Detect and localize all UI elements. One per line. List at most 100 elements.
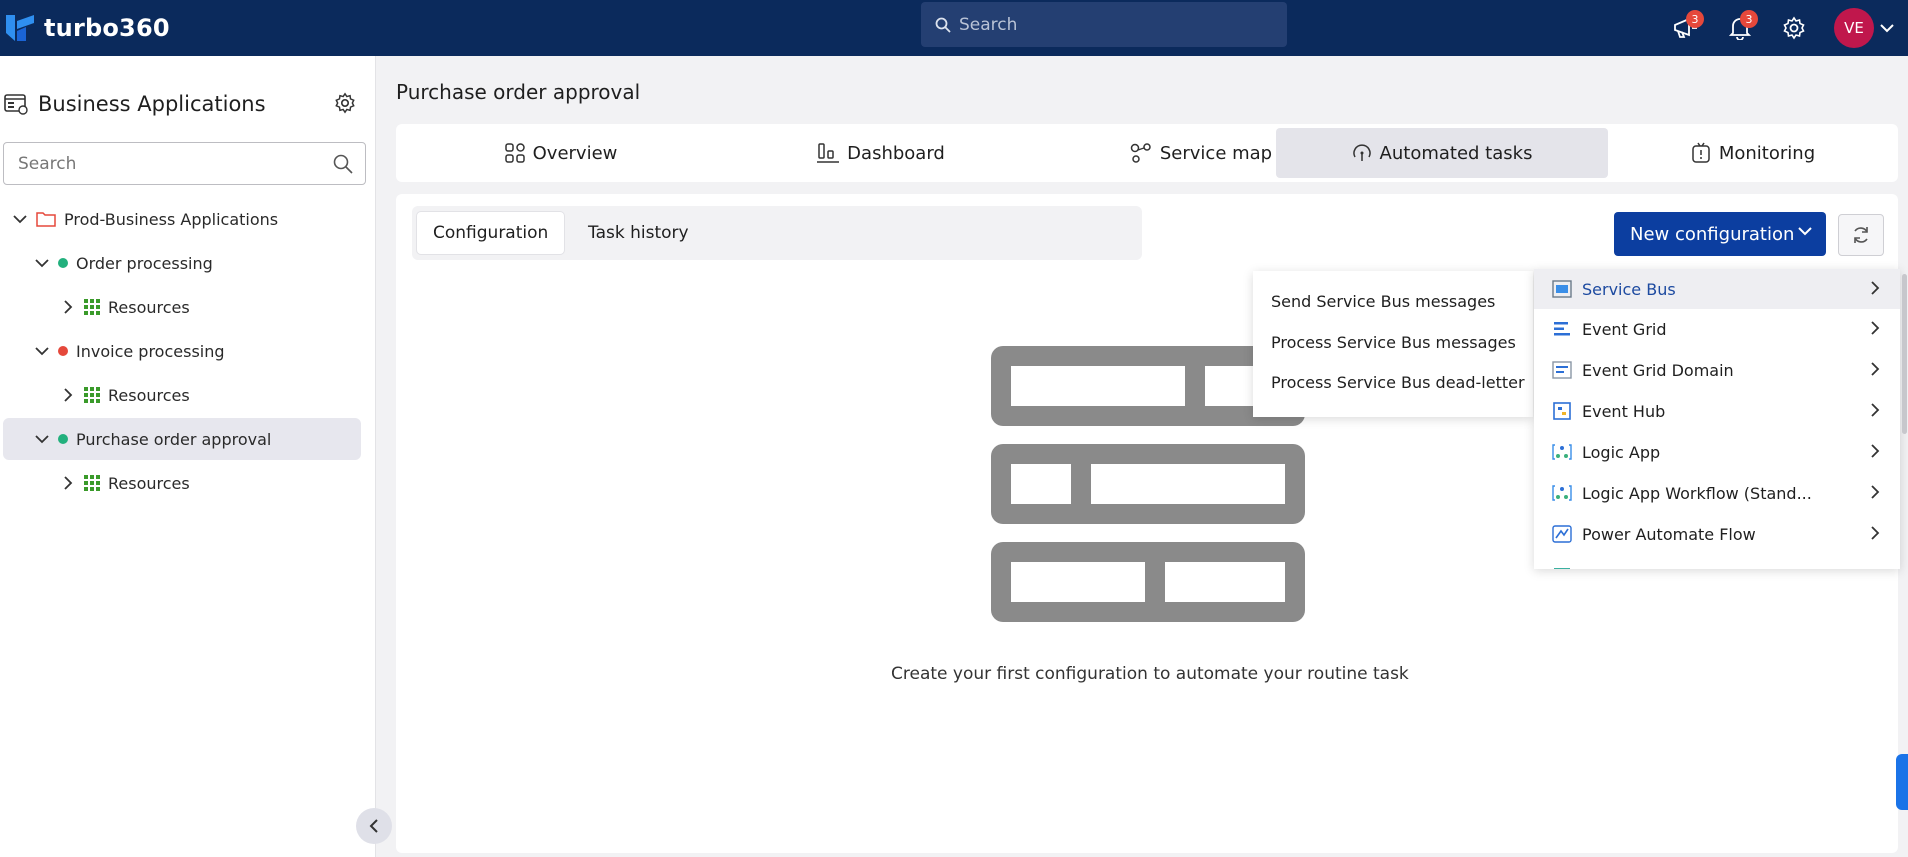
monitoring-icon <box>1692 142 1710 163</box>
sidebar-title: Business Applications <box>38 92 266 116</box>
resources-grid-icon <box>84 387 100 403</box>
menu-item-label: Service Bus <box>1582 279 1676 299</box>
menu-item-event-hub[interactable]: Event Hub <box>1534 391 1900 431</box>
tree-resources-label: Resources <box>108 385 190 405</box>
chevron-down-icon <box>13 215 27 224</box>
menu-item-label: Event Grid <box>1582 319 1667 339</box>
announcements-button[interactable]: 3 <box>1666 8 1706 48</box>
status-dot-green <box>58 258 68 268</box>
service-bus-submenu: Send Service Bus messages Process Servic… <box>1253 271 1533 417</box>
sidebar-search-input[interactable] <box>18 153 318 174</box>
tree-app-label: Order processing <box>76 253 213 273</box>
menu-item-label: Power Automate Flow <box>1582 524 1756 544</box>
global-search-placeholder: Search <box>959 14 1018 35</box>
main-tabs: Overview Dashboard Service map Automated… <box>396 124 1898 182</box>
power-automate-icon <box>1552 525 1572 543</box>
service-map-icon <box>1130 143 1151 163</box>
menu-item-event-grid[interactable]: Event Grid <box>1534 309 1900 349</box>
menu-item-service-bus[interactable]: Service Bus <box>1534 269 1900 309</box>
chevron-left-icon <box>369 819 378 833</box>
tab-label: Dashboard <box>847 142 945 164</box>
logo-text: turbo360 <box>44 14 170 42</box>
turbo360-logo-icon <box>6 15 34 41</box>
announcements-badge: 3 <box>1686 10 1704 28</box>
tree-app-label: Invoice processing <box>76 341 225 361</box>
notifications-button[interactable]: 3 <box>1720 8 1760 48</box>
user-avatar[interactable]: VE <box>1834 8 1874 48</box>
sidebar-search <box>3 142 366 185</box>
chevron-right-icon <box>1871 362 1880 376</box>
tree-resources[interactable]: Resources <box>60 462 360 504</box>
search-icon[interactable] <box>333 154 353 174</box>
search-icon <box>935 17 951 33</box>
status-dot-red <box>58 346 68 356</box>
chevron-right-icon <box>1871 281 1880 295</box>
sidebar-header: Business Applications <box>4 84 364 124</box>
tree-app-order-processing[interactable]: Order processing <box>34 242 364 284</box>
chevron-down-icon <box>35 435 49 444</box>
sidebar: Business Applications Prod-Business Appl… <box>0 56 376 857</box>
tab-label: Service map <box>1159 142 1273 164</box>
tree-resources[interactable]: Resources <box>60 374 360 416</box>
submenu-send-messages[interactable]: Send Service Bus messages <box>1271 292 1495 311</box>
folder-icon <box>36 212 56 227</box>
settings-button[interactable] <box>1774 8 1814 48</box>
tree-app-purchase-order-approval[interactable]: Purchase order approval <box>3 418 361 460</box>
refresh-icon <box>1854 227 1868 243</box>
tab-dashboard[interactable]: Dashboard <box>726 128 1036 178</box>
logo[interactable]: turbo360 <box>6 13 170 43</box>
gear-icon <box>1783 16 1805 40</box>
tab-monitoring[interactable]: Monitoring <box>1608 128 1898 178</box>
menu-item-logic-app[interactable]: Logic App <box>1534 432 1900 472</box>
chevron-down-icon <box>35 347 49 356</box>
feedback-tab[interactable] <box>1896 754 1908 810</box>
submenu-process-messages[interactable]: Process Service Bus messages <box>1271 333 1516 352</box>
tree-resources-label: Resources <box>108 473 190 493</box>
global-search[interactable]: Search <box>921 2 1287 47</box>
menu-item-power-automate-flow[interactable]: Power Automate Flow <box>1534 514 1900 554</box>
new-configuration-menu: Service Bus Event Grid Event Grid Domain… <box>1534 269 1900 569</box>
overview-icon <box>504 143 525 163</box>
menu-item-label: Event Hub <box>1582 401 1666 421</box>
tab-label: Overview <box>532 142 618 164</box>
tab-overview[interactable]: Overview <box>406 128 716 178</box>
chevron-right-icon <box>1871 526 1880 540</box>
chevron-right-icon <box>1871 444 1880 458</box>
chevron-right-icon <box>64 388 73 402</box>
automated-tasks-icon <box>1352 144 1371 161</box>
tree-app-label: Purchase order approval <box>76 429 272 449</box>
chevron-down-icon <box>35 259 49 268</box>
tab-automated-tasks[interactable]: Automated tasks <box>1276 128 1608 178</box>
logic-app-workflow-icon <box>1552 485 1572 501</box>
resources-grid-icon <box>84 475 100 491</box>
tree-resources[interactable]: Resources <box>60 286 360 328</box>
tree-root[interactable]: Prod-Business Applications <box>12 198 362 240</box>
refresh-button[interactable] <box>1838 214 1884 256</box>
sidebar-settings-icon[interactable] <box>334 92 356 114</box>
chevron-down-icon <box>1798 227 1812 236</box>
collapse-sidebar-button[interactable] <box>356 808 392 844</box>
top-bar: turbo360 Search 3 3 VE <box>0 0 1908 56</box>
notifications-badge: 3 <box>1740 10 1758 28</box>
menu-scrollbar[interactable] <box>1902 274 1907 434</box>
tree-root-label: Prod-Business Applications <box>64 209 279 229</box>
menu-item-partial[interactable] <box>1534 556 1900 569</box>
menu-item-event-grid-domain[interactable]: Event Grid Domain <box>1534 350 1900 390</box>
chevron-right-icon <box>1871 403 1880 417</box>
menu-item-logic-app-workflow[interactable]: Logic App Workflow (Stand... <box>1534 473 1900 513</box>
empty-state-message: Create your first configuration to autom… <box>891 664 1409 684</box>
submenu-process-dead-letter[interactable]: Process Service Bus dead-letter <box>1271 373 1525 392</box>
new-configuration-button[interactable]: New configuration <box>1614 212 1826 256</box>
service-bus-icon <box>1552 280 1572 298</box>
menu-item-label: Event Grid Domain <box>1582 360 1734 380</box>
chevron-down-icon[interactable] <box>1880 23 1894 33</box>
logic-app-icon <box>1552 444 1572 460</box>
subtab-task-history[interactable]: Task history <box>572 211 705 255</box>
event-hub-icon <box>1553 402 1571 420</box>
tree-app-invoice-processing[interactable]: Invoice processing <box>34 330 364 372</box>
resources-grid-icon <box>84 299 100 315</box>
storage-icon <box>1554 568 1570 569</box>
subtab-configuration[interactable]: Configuration <box>416 211 566 255</box>
chevron-right-icon <box>1871 321 1880 335</box>
new-configuration-label: New configuration <box>1630 223 1795 245</box>
